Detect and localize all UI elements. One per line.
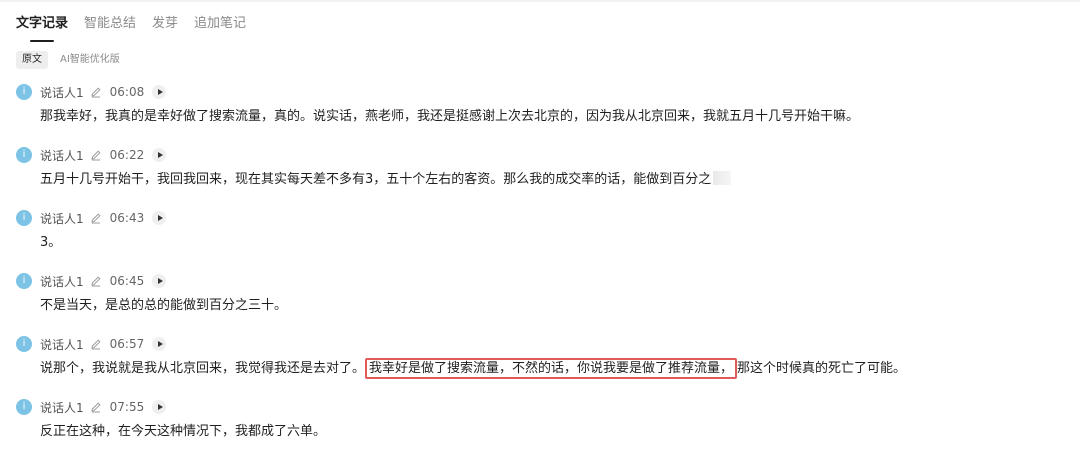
- timestamp[interactable]: 06:45: [110, 274, 145, 288]
- transcript-text: 3。: [40, 235, 62, 250]
- play-icon[interactable]: [152, 211, 167, 225]
- entry-meta: i 说话人1 07:55: [16, 398, 1066, 416]
- blurred-text: [713, 171, 732, 185]
- transcript-text: 说那个，我说就是我从北京回来，我觉得我还是去对了。 我幸好是做了搜索流量，不然的话…: [16, 358, 1066, 379]
- timestamp[interactable]: 06:57: [110, 337, 145, 351]
- speaker-name[interactable]: 说话人1: [40, 336, 84, 353]
- play-icon[interactable]: [152, 400, 167, 414]
- speaker-name[interactable]: 说话人1: [40, 210, 84, 227]
- play-icon[interactable]: [152, 148, 167, 162]
- play-icon[interactable]: [152, 85, 167, 99]
- pencil-icon[interactable]: [90, 212, 102, 224]
- entry-meta: i 说话人1 06:08: [16, 83, 1066, 101]
- speaker-avatar: i: [16, 84, 32, 100]
- speaker-avatar: i: [16, 336, 32, 352]
- transcript-entry: i 说话人1 06:43 3。: [16, 209, 1066, 253]
- transcript-entry: i 说话人1 06:45 不是当天，是总的总的能做到百分之三十。: [16, 272, 1066, 316]
- transcript-text: 五月十几号开始干，我回我回来，现在其实每天差不多有3，五十个左右的客资。那么我的…: [16, 170, 1066, 190]
- transcript-text-before: 说那个，我说就是我从北京回来，我觉得我还是去对了。: [40, 361, 366, 376]
- entry-meta: i 说话人1 06:57: [16, 335, 1066, 353]
- transcript-text-content: 五月十几号开始干，我回我回来，现在其实每天差不多有3，五十个左右的客资。那么我的…: [40, 172, 712, 187]
- transcript-entry: i 说话人1 06:22 五月十几号开始干，我回我回来，现在其实每天差不多有3，…: [16, 146, 1066, 190]
- pencil-icon[interactable]: [90, 338, 102, 350]
- timestamp[interactable]: 06:08: [110, 85, 145, 99]
- transcript-entry: i 说话人1 06:57 说那个，我说就是我从北京回来，我觉得我还是去对了。 我幸…: [16, 335, 1066, 379]
- speaker-avatar: i: [16, 399, 32, 415]
- transcript-text: 不是当天，是总的总的能做到百分之三十。: [40, 298, 288, 313]
- transcript-entry: i 说话人1 07:55 反正在这种，在今天这种情况下，我都成了六单。: [16, 398, 1066, 442]
- timestamp[interactable]: 06:22: [110, 148, 145, 162]
- mode-ai-optimized[interactable]: AI智能优化版: [54, 51, 126, 69]
- transcript-text: 那我幸好，我真的是幸好做了搜索流量，真的。说实话，燕老师，我还是挺感谢上次去北京…: [40, 109, 860, 124]
- top-divider: [0, 0, 1080, 2]
- play-icon[interactable]: [152, 337, 167, 351]
- speaker-avatar: i: [16, 210, 32, 226]
- speaker-name[interactable]: 说话人1: [40, 399, 84, 416]
- mode-original[interactable]: 原文: [16, 51, 48, 69]
- speaker-avatar: i: [16, 273, 32, 289]
- entry-meta: i 说话人1 06:45: [16, 272, 1066, 290]
- tab-bar: 文字记录 智能总结 发芽 追加笔记: [16, 14, 262, 42]
- transcript-text: 反正在这种，在今天这种情况下，我都成了六单。: [40, 424, 327, 439]
- tab-smart-summary[interactable]: 智能总结: [84, 14, 136, 36]
- highlighted-text: 我幸好是做了搜索流量，不然的话，你说我要是做了推荐流量，: [365, 358, 738, 379]
- tab-sprout[interactable]: 发芽: [152, 14, 178, 36]
- timestamp[interactable]: 07:55: [110, 400, 145, 414]
- entry-meta: i 说话人1 06:22: [16, 146, 1066, 164]
- pencil-icon[interactable]: [90, 401, 102, 413]
- speaker-avatar: i: [16, 147, 32, 163]
- pencil-icon[interactable]: [90, 86, 102, 98]
- pencil-icon[interactable]: [90, 149, 102, 161]
- transcript-entry: i 说话人1 06:08 那我幸好，我真的是幸好做了搜索流量，真的。说实话，燕老…: [16, 83, 1066, 127]
- entry-meta: i 说话人1 06:43: [16, 209, 1066, 227]
- speaker-name[interactable]: 说话人1: [40, 147, 84, 164]
- play-icon[interactable]: [152, 274, 167, 288]
- speaker-name[interactable]: 说话人1: [40, 273, 84, 290]
- tab-transcript[interactable]: 文字记录: [16, 14, 68, 42]
- transcript-text-after: 那这个时候真的死亡了可能。: [737, 361, 907, 376]
- pencil-icon[interactable]: [90, 275, 102, 287]
- timestamp[interactable]: 06:43: [110, 211, 145, 225]
- speaker-name[interactable]: 说话人1: [40, 84, 84, 101]
- mode-switch: 原文 AI智能优化版: [16, 51, 126, 69]
- tab-add-notes[interactable]: 追加笔记: [194, 14, 246, 36]
